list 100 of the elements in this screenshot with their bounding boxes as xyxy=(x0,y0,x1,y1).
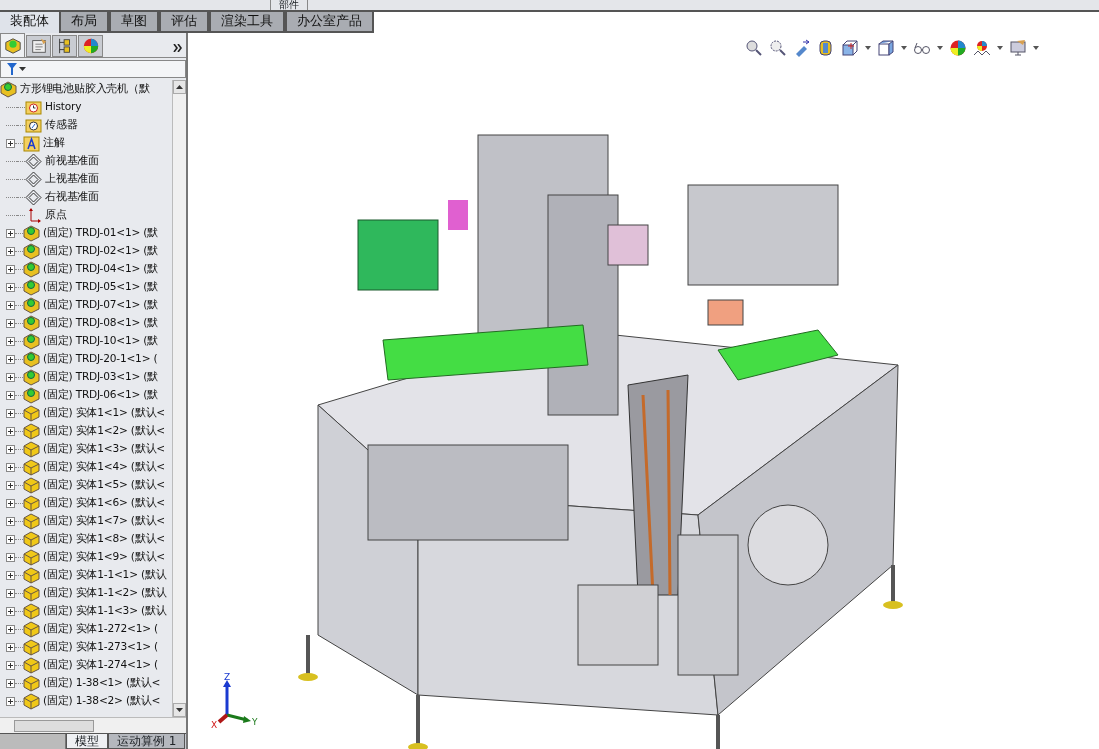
tree-item[interactable]: (固定) TRDJ-02<1> (默 xyxy=(0,242,172,260)
zoom-to-fit-icon[interactable] xyxy=(745,39,763,57)
tree-item[interactable]: (固定) TRDJ-20-1<1> ( xyxy=(0,350,172,368)
expand-toggle-icon[interactable] xyxy=(6,390,15,400)
expand-toggle-icon[interactable] xyxy=(6,660,15,670)
expand-toggle-icon[interactable] xyxy=(6,246,15,256)
expand-toggle-icon[interactable] xyxy=(6,372,15,382)
tree-item[interactable]: 注解 xyxy=(0,134,172,152)
display-style-icon[interactable] xyxy=(877,39,895,57)
expand-toggle-icon[interactable] xyxy=(6,678,15,688)
part-icon xyxy=(23,404,40,422)
caret-icon[interactable] xyxy=(1033,46,1039,50)
tree-item[interactable]: 上视基准面 xyxy=(0,170,172,188)
tree-item[interactable]: (固定) 实体1-1<3> (默认 xyxy=(0,602,172,620)
color-ball-icon[interactable] xyxy=(949,39,967,57)
expand-toggle-icon[interactable] xyxy=(6,228,15,238)
panel-tab[interactable] xyxy=(52,35,77,57)
tree-item[interactable]: (固定) 实体1<6> (默认< xyxy=(0,494,172,512)
expand-toggle-icon[interactable] xyxy=(6,408,15,418)
tree-item[interactable]: 右视基准面 xyxy=(0,188,172,206)
tree-item[interactable]: (固定) 实体1<9> (默认< xyxy=(0,548,172,566)
tree-item[interactable]: (固定) 实体1<4> (默认< xyxy=(0,458,172,476)
filter-field[interactable] xyxy=(0,60,186,78)
tree-item[interactable]: (固定) 1-38<2> (默认< xyxy=(0,692,172,710)
ribbon-tab[interactable]: 评估 xyxy=(159,12,209,33)
tree-item[interactable]: (固定) 实体1-273<1> ( xyxy=(0,638,172,656)
tree-item[interactable]: (固定) TRDJ-10<1> (默 xyxy=(0,332,172,350)
ribbon-tab[interactable]: 布局 xyxy=(59,12,109,33)
tree-item[interactable]: 前视基准面 xyxy=(0,152,172,170)
bottom-tab[interactable]: 模型 xyxy=(66,734,108,749)
bottom-tab[interactable]: 运动算例 1 xyxy=(108,734,186,749)
tree-item[interactable]: History xyxy=(0,98,172,116)
expand-toggle-icon[interactable] xyxy=(6,264,15,274)
tree-item[interactable]: (固定) TRDJ-05<1> (默 xyxy=(0,278,172,296)
expand-toggle-icon[interactable] xyxy=(6,318,15,328)
zoom-area-icon[interactable] xyxy=(769,39,787,57)
scroll-up-icon[interactable] xyxy=(176,85,183,89)
expand-toggle-icon[interactable] xyxy=(6,282,15,292)
panel-tab[interactable] xyxy=(0,33,25,57)
expand-toggle-icon[interactable] xyxy=(6,480,15,490)
tree-item[interactable]: (固定) 1-38<1> (默认< xyxy=(0,674,172,692)
caret-icon[interactable] xyxy=(937,46,943,50)
section-view-icon[interactable] xyxy=(817,39,835,57)
expand-toggle-icon[interactable] xyxy=(6,696,15,706)
ribbon-tab[interactable]: 渲染工具 xyxy=(209,12,285,33)
expand-toggle-icon[interactable] xyxy=(6,300,15,310)
expand-toggle-icon[interactable] xyxy=(6,606,15,616)
expand-toggle-icon[interactable] xyxy=(6,354,15,364)
tree-item[interactable]: (固定) 实体1<8> (默认< xyxy=(0,530,172,548)
expand-toggle-icon[interactable] xyxy=(6,588,15,598)
tree-item[interactable]: (固定) 实体1-1<1> (默认 xyxy=(0,566,172,584)
tree-item[interactable]: (固定) 实体1<3> (默认< xyxy=(0,440,172,458)
double-chevron-icon[interactable] xyxy=(173,44,182,52)
vertical-scrollbar[interactable] xyxy=(172,80,186,717)
tree-item[interactable]: 原点 xyxy=(0,206,172,224)
tree-item[interactable]: (固定) 实体1<7> (默认< xyxy=(0,512,172,530)
expand-toggle-icon[interactable] xyxy=(6,570,15,580)
ribbon-tab[interactable]: 办公室产品 xyxy=(285,12,374,33)
view-orientation-icon[interactable] xyxy=(841,39,859,57)
axis-label: Z xyxy=(224,673,231,682)
caret-icon[interactable] xyxy=(865,46,871,50)
expand-toggle-icon[interactable] xyxy=(6,462,15,472)
expand-toggle-icon[interactable] xyxy=(6,624,15,634)
tree-item[interactable]: (固定) 实体1-274<1> ( xyxy=(0,656,172,674)
tree-item[interactable]: (固定) 实体1-272<1> ( xyxy=(0,620,172,638)
tree-item[interactable]: (固定) TRDJ-07<1> (默 xyxy=(0,296,172,314)
horizontal-scrollbar[interactable] xyxy=(0,717,186,733)
expand-toggle-icon[interactable] xyxy=(6,498,15,508)
tree-item[interactable]: (固定) 实体1<5> (默认< xyxy=(0,476,172,494)
tree-item[interactable]: (固定) TRDJ-06<1> (默 xyxy=(0,386,172,404)
expand-toggle-icon[interactable] xyxy=(6,336,15,346)
tree-item[interactable]: (固定) 实体1-1<2> (默认 xyxy=(0,584,172,602)
tree-item[interactable]: (固定) 实体1<1> (默认< xyxy=(0,404,172,422)
tree-item[interactable]: (固定) TRDJ-01<1> (默 xyxy=(0,224,172,242)
expand-toggle-icon[interactable] xyxy=(6,642,15,652)
tree-item[interactable]: (固定) TRDJ-04<1> (默 xyxy=(0,260,172,278)
panel-tab[interactable] xyxy=(26,35,51,57)
ribbon-tab[interactable]: 装配体 xyxy=(0,12,59,33)
monitor-icon[interactable] xyxy=(1009,39,1027,57)
tree-item[interactable]: (固定) TRDJ-03<1> (默 xyxy=(0,368,172,386)
caret-icon[interactable] xyxy=(901,46,907,50)
part-icon xyxy=(23,494,40,512)
expand-toggle-icon[interactable] xyxy=(6,534,15,544)
tree-item[interactable]: (固定) 实体1<2> (默认< xyxy=(0,422,172,440)
expand-toggle-icon[interactable] xyxy=(6,444,15,454)
scene-icon[interactable] xyxy=(973,39,991,57)
expand-toggle-icon[interactable] xyxy=(6,552,15,562)
expand-toggle-icon[interactable] xyxy=(6,426,15,436)
part-icon xyxy=(23,638,40,656)
expand-toggle-icon[interactable] xyxy=(6,516,15,526)
tree-item[interactable]: 方形锂电池贴胶入壳机（默 xyxy=(0,80,172,98)
panel-tab[interactable] xyxy=(78,35,103,57)
expand-toggle-icon[interactable] xyxy=(6,138,15,148)
axis-label: Y xyxy=(252,717,258,727)
part-icon xyxy=(23,422,40,440)
ribbon-tab[interactable]: 草图 xyxy=(109,12,159,33)
tree-item[interactable]: (固定) TRDJ-08<1> (默 xyxy=(0,314,172,332)
tree-item[interactable]: 传感器 xyxy=(0,116,172,134)
caret-icon[interactable] xyxy=(997,46,1003,50)
scroll-down-icon[interactable] xyxy=(176,708,183,712)
